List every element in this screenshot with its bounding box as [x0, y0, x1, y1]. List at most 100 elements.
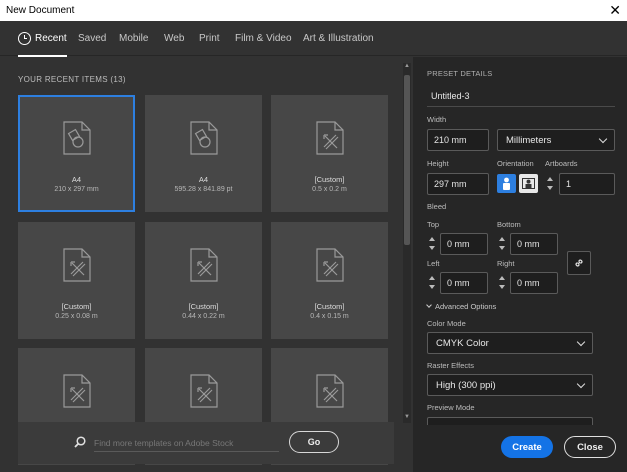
- recent-item-card[interactable]: A4 210 x 297 mm: [18, 95, 135, 212]
- raster-effects-value: High (300 ppi): [436, 379, 496, 391]
- go-button[interactable]: Go: [289, 431, 339, 453]
- recent-item-card[interactable]: [Custom] 0.4 x 0.15 m: [271, 222, 388, 339]
- recent-item-dims: 0.44 x 0.22 m: [182, 313, 225, 320]
- width-field[interactable]: 210 mm: [427, 129, 489, 151]
- step-up-icon[interactable]: [499, 237, 505, 241]
- clock-icon: [18, 32, 31, 45]
- chevron-down-icon: [598, 134, 608, 144]
- step-down-icon[interactable]: [499, 285, 505, 289]
- preview-mode-label: Preview Mode: [427, 403, 475, 412]
- artboards-field[interactable]: 1: [559, 173, 615, 195]
- step-down-icon[interactable]: [429, 246, 435, 250]
- window-close-icon[interactable]: ✕: [609, 2, 621, 18]
- stock-search-bar: Go: [18, 422, 394, 464]
- create-button[interactable]: Create: [501, 436, 553, 458]
- bleed-bottom-field[interactable]: 0 mm: [510, 233, 558, 255]
- bleed-right-field[interactable]: 0 mm: [510, 272, 558, 294]
- tab-recent-label: Recent: [35, 33, 67, 44]
- chevron-down-icon: [426, 302, 432, 308]
- step-up-icon[interactable]: [429, 237, 435, 241]
- bleed-top-stepper[interactable]: [427, 234, 439, 254]
- recent-item-name: A4: [71, 175, 82, 184]
- recent-item-dims: 595.28 x 841.89 pt: [174, 186, 233, 193]
- bleed-top-label: Top: [427, 220, 440, 229]
- bleed-top-field[interactable]: 0 mm: [440, 233, 488, 255]
- custom-document-icon: [189, 248, 218, 282]
- tab-art-illustration[interactable]: Art & Illustration: [303, 21, 374, 56]
- person-portrait-icon: [503, 177, 510, 190]
- tab-film-video[interactable]: Film & Video: [235, 21, 292, 56]
- advanced-options-toggle[interactable]: Advanced Options: [426, 302, 497, 311]
- recent-item-name: [Custom]: [188, 302, 219, 311]
- bleed-right-stepper[interactable]: [497, 273, 509, 293]
- tab-web-label: Web: [164, 33, 185, 44]
- recent-items-heading: YOUR RECENT ITEMS (13): [18, 75, 126, 84]
- scroll-up-arrow-icon[interactable]: ▲: [404, 63, 410, 69]
- step-down-icon[interactable]: [499, 246, 505, 250]
- custom-document-icon: [315, 121, 344, 155]
- step-up-icon[interactable]: [547, 177, 553, 181]
- advanced-options-label: Advanced Options: [435, 302, 497, 311]
- portrait-orientation-button[interactable]: [497, 174, 516, 193]
- custom-document-icon: [62, 374, 91, 408]
- link-bleed-button[interactable]: [567, 251, 591, 275]
- color-mode-label: Color Mode: [427, 319, 466, 328]
- bleed-left-label: Left: [427, 259, 440, 268]
- scroll-down-arrow-icon[interactable]: ▼: [404, 414, 410, 420]
- tab-recent[interactable]: Recent: [18, 21, 67, 57]
- landscape-orientation-button[interactable]: [519, 174, 538, 193]
- chevron-down-icon: [576, 379, 586, 389]
- recent-item-card[interactable]: [Custom] 0.25 x 0.08 m: [18, 222, 135, 339]
- preview-mode-select[interactable]: [427, 417, 593, 425]
- step-down-icon[interactable]: [429, 285, 435, 289]
- recent-item-dims: 210 x 297 mm: [54, 186, 99, 193]
- recent-item-dims: 0.25 x 0.08 m: [55, 313, 98, 320]
- recent-item-card[interactable]: A4 595.28 x 841.89 pt: [145, 95, 262, 212]
- bleed-label: Bleed: [427, 202, 447, 211]
- width-label: Width: [427, 115, 447, 124]
- category-tabs: Recent Saved Mobile Web Print Film & Vid…: [0, 21, 627, 57]
- tab-film-video-label: Film & Video: [235, 33, 292, 44]
- artboards-stepper[interactable]: [545, 174, 557, 194]
- recent-item-dims: 0.5 x 0.2 m: [312, 186, 347, 193]
- recent-item-name: [Custom]: [314, 175, 345, 184]
- recent-item-name: [Custom]: [61, 302, 92, 311]
- artboard-shapes-icon: [189, 121, 218, 155]
- recent-item-card[interactable]: [Custom] 0.44 x 0.22 m: [145, 222, 262, 339]
- chain-link-icon: [575, 259, 583, 267]
- custom-document-icon: [315, 374, 344, 408]
- close-button[interactable]: Close: [564, 436, 616, 458]
- step-down-icon[interactable]: [547, 186, 553, 190]
- preset-details-heading: PRESET DETAILS: [427, 69, 493, 78]
- tab-mobile[interactable]: Mobile: [119, 21, 148, 56]
- step-up-icon[interactable]: [429, 276, 435, 280]
- custom-document-icon: [62, 248, 91, 282]
- color-mode-select[interactable]: CMYK Color: [427, 332, 593, 354]
- tab-print[interactable]: Print: [199, 21, 220, 56]
- search-icon: [74, 436, 86, 448]
- height-label: Height: [427, 159, 449, 168]
- custom-document-icon: [189, 374, 218, 408]
- stock-search-input[interactable]: [94, 434, 279, 452]
- bleed-left-stepper[interactable]: [427, 273, 439, 293]
- window-title: New Document: [6, 5, 75, 16]
- bleed-left-field[interactable]: 0 mm: [440, 272, 488, 294]
- recent-item-card[interactable]: [Custom] 0.5 x 0.2 m: [271, 95, 388, 212]
- height-field[interactable]: 297 mm: [427, 173, 489, 195]
- units-value: Millimeters: [506, 134, 552, 146]
- scroll-thumb[interactable]: [404, 75, 410, 245]
- units-select[interactable]: Millimeters: [497, 129, 615, 151]
- artboards-label: Artboards: [545, 159, 578, 168]
- person-landscape-icon: [522, 178, 535, 189]
- recent-item-name: A4: [198, 175, 209, 184]
- color-mode-value: CMYK Color: [436, 337, 489, 349]
- document-name-field[interactable]: Untitled-3: [427, 85, 615, 107]
- tab-saved[interactable]: Saved: [78, 21, 106, 56]
- tab-web[interactable]: Web: [164, 21, 184, 56]
- step-up-icon[interactable]: [499, 276, 505, 280]
- recent-item-dims: 0.4 x 0.15 m: [310, 313, 349, 320]
- tab-print-label: Print: [199, 33, 220, 44]
- artboard-shapes-icon: [62, 121, 91, 155]
- bleed-bottom-stepper[interactable]: [497, 234, 509, 254]
- raster-effects-select[interactable]: High (300 ppi): [427, 374, 593, 396]
